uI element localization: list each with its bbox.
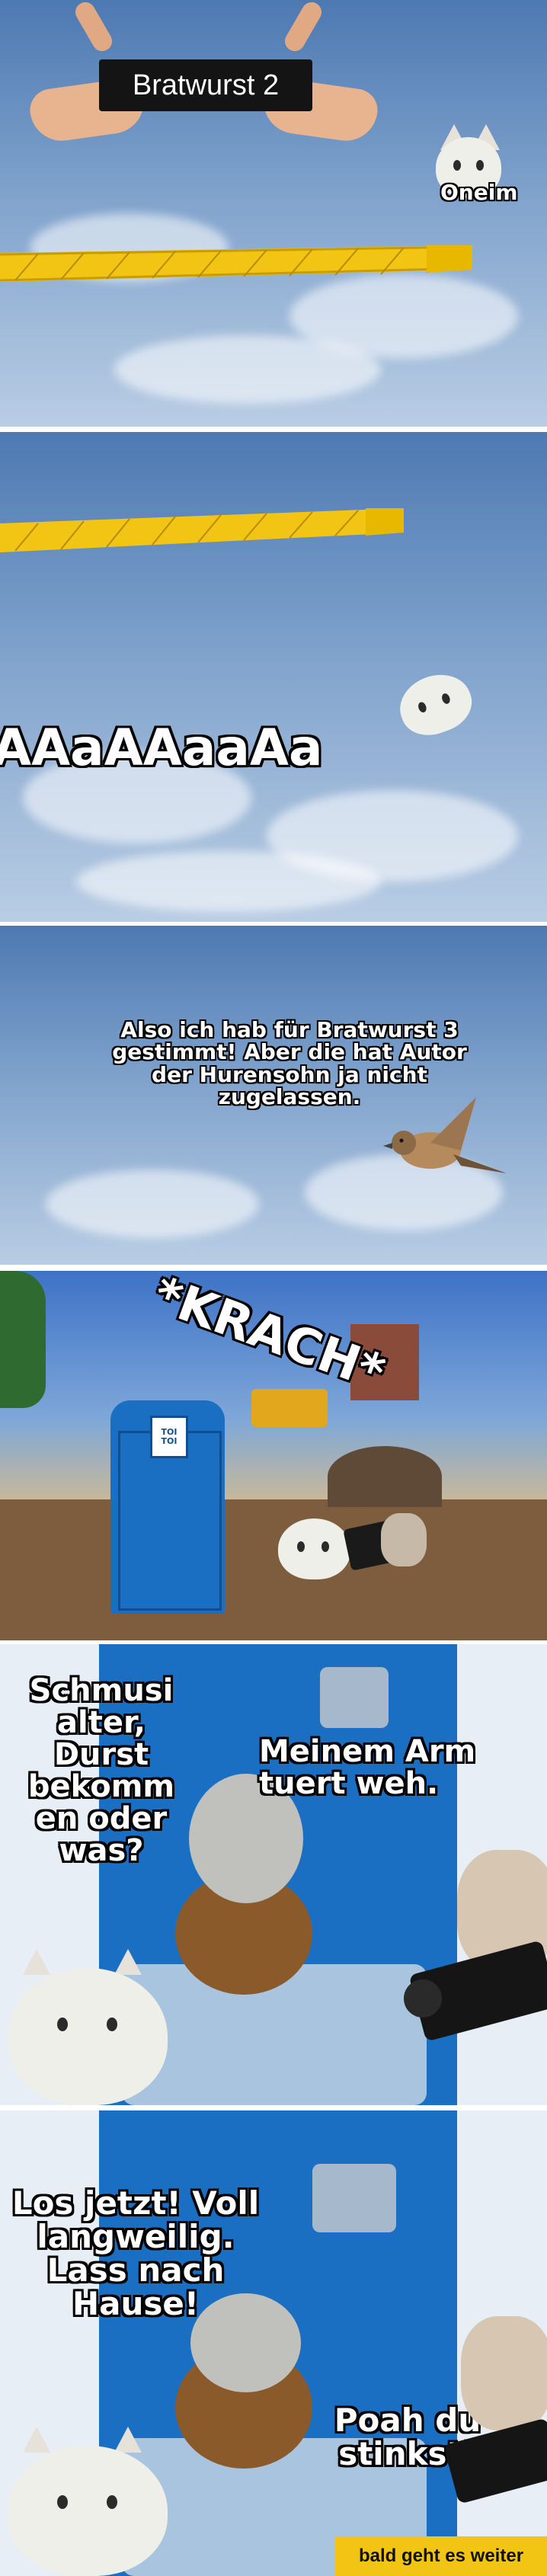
portable-toilet: TOI TOI	[110, 1400, 225, 1614]
sound-effect: *KRACH*	[146, 1271, 392, 1402]
panel-2-sky: AAaAAaaAa	[0, 432, 547, 922]
toilet-sign: TOI TOI	[150, 1416, 188, 1458]
right-speech: Meinem Arm tuert weh.	[259, 1734, 476, 1801]
cat-face-flying	[392, 665, 481, 747]
panel-3-sky: Also ich hab für Bratwurst 3 gestimmt! A…	[0, 926, 547, 1265]
left-speech: Schmusi alter, Durst bekomm en oder was?	[27, 1673, 175, 1868]
sparrow-bird	[383, 1097, 507, 1173]
title-text: Bratwurst 2	[132, 69, 280, 101]
panel-5-inside: Schmusi alter, Durst bekomm en oder was?…	[0, 1644, 547, 2105]
panel-1-sky: Bratwurst 2 Oneim	[0, 0, 547, 427]
footer-badge: bald geht es weiter	[335, 2536, 547, 2576]
footer-badge-text: bald geht es weiter	[358, 2546, 524, 2566]
crane-jib	[0, 245, 473, 282]
scream-text: AAaAAaaAa	[0, 718, 323, 777]
left-speech-2: Los jetzt! Voll langweilig. Lass nach Ha…	[11, 2184, 260, 2323]
title-box: Bratwurst 2	[99, 59, 312, 111]
crane-jib-2	[0, 508, 404, 552]
panel-6-inside: Los jetzt! Voll langweilig. Lass nach Ha…	[0, 2110, 547, 2576]
panel-4-construction: TOI TOI *KRACH*	[0, 1271, 547, 1640]
cat-label: Oneim	[440, 180, 518, 205]
